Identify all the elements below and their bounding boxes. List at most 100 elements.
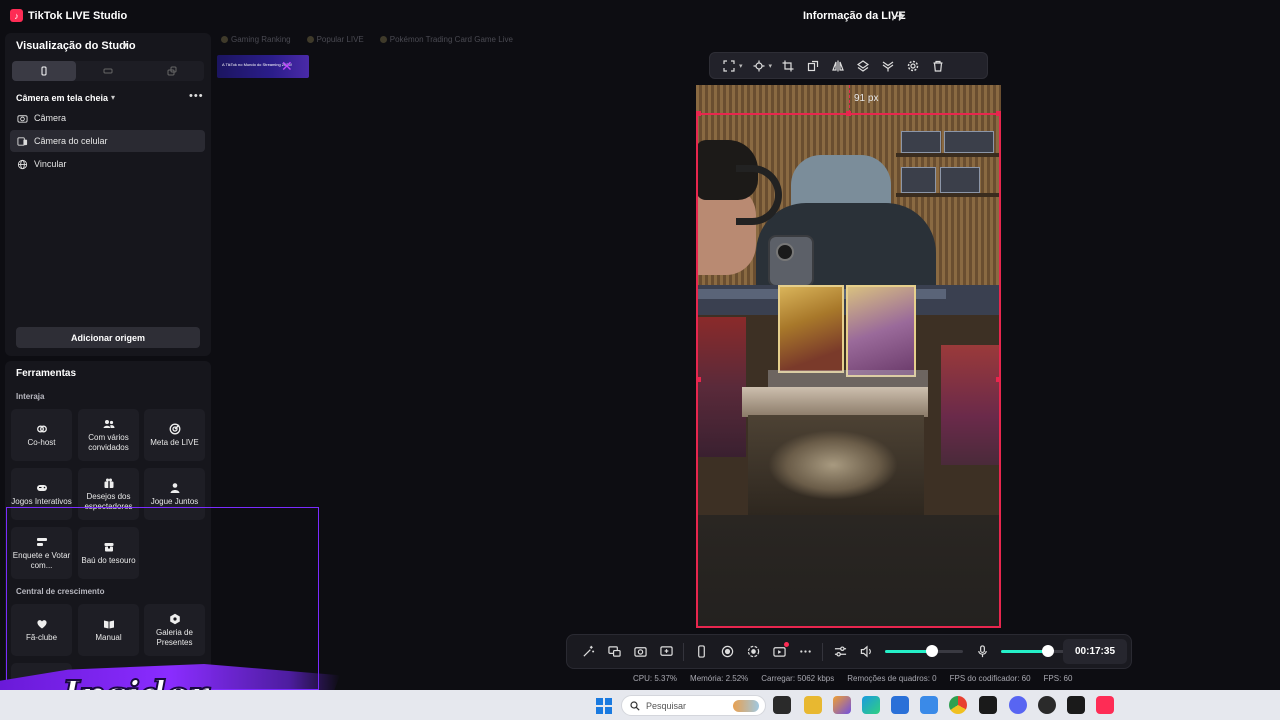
pokeball-icon xyxy=(379,36,387,43)
studio-view-title[interactable]: Visualização do Studio xyxy=(16,40,136,52)
tiktok-logo-icon: ♪ xyxy=(10,9,23,22)
overlay-frame xyxy=(6,507,319,690)
source-settings-button[interactable] xyxy=(902,55,924,77)
source-label: Câmera do celular xyxy=(34,136,108,146)
people-icon xyxy=(103,419,114,428)
scene-selector[interactable]: Câmera em tela cheia xyxy=(16,93,108,103)
outlook-icon[interactable] xyxy=(920,696,938,714)
more-icon[interactable]: ••• xyxy=(189,90,204,102)
live-control-bar: 00:17:35 xyxy=(566,634,1132,669)
camera-icon xyxy=(17,114,28,123)
source-item-phone-camera[interactable]: Câmera do celular xyxy=(10,130,205,152)
audio-mixer-button[interactable] xyxy=(827,639,853,665)
send-backward-button[interactable] xyxy=(877,55,899,77)
copilot-icon[interactable] xyxy=(833,696,851,714)
volume-knob[interactable] xyxy=(925,645,938,657)
mic-level xyxy=(1001,650,1048,653)
resize-handle[interactable] xyxy=(996,377,1001,382)
scene-thumbnail[interactable]: A TikTok no Mundo do Streaming 2025! ✕ xyxy=(217,55,309,78)
effects-button[interactable] xyxy=(575,639,601,665)
title-bar: ♪ TikTok LIVE Studio Informação da LIVE xyxy=(0,0,1280,32)
replay-button[interactable] xyxy=(740,639,766,665)
portrait-mode-button[interactable] xyxy=(12,61,76,81)
tiktok-live-studio-window: ♪ TikTok LIVE Studio Informação da LIVE … xyxy=(0,0,1280,720)
more-options-button[interactable] xyxy=(792,639,818,665)
scene-tab[interactable]: Popular LIVE xyxy=(306,35,364,44)
expand-icon xyxy=(723,59,735,72)
tool-label: Meta de LIVE xyxy=(150,437,199,447)
chevron-down-icon[interactable]: ▾ xyxy=(111,93,115,102)
flip-icon xyxy=(832,60,844,71)
tools-title: Ferramentas xyxy=(16,368,77,379)
chat-icon xyxy=(607,646,621,657)
dual-screen-icon xyxy=(167,66,177,76)
resize-handle[interactable] xyxy=(696,111,701,116)
tool-live-goal[interactable]: Meta de LIVE xyxy=(144,409,205,461)
crop-button[interactable] xyxy=(777,55,799,77)
screen-share-button[interactable] xyxy=(653,639,679,665)
record-button[interactable] xyxy=(714,639,740,665)
chevron-down-icon[interactable]: ▾ xyxy=(739,62,743,70)
app-icon[interactable] xyxy=(1067,696,1085,714)
source-item-camera[interactable]: Câmera xyxy=(10,107,205,129)
search-highlight-icon xyxy=(733,700,759,712)
chevron-down-icon[interactable]: ▾ xyxy=(769,62,773,70)
source-item-link[interactable]: Vincular xyxy=(10,153,205,175)
fit-screen-button[interactable] xyxy=(718,55,740,77)
scene-tab[interactable]: Gaming Ranking xyxy=(221,35,291,44)
bring-forward-button[interactable] xyxy=(852,55,874,77)
dual-mode-button[interactable] xyxy=(140,61,204,81)
speaker-icon xyxy=(860,645,871,658)
resize-handle[interactable] xyxy=(696,377,701,382)
heart-icon xyxy=(306,36,314,43)
flip-button[interactable] xyxy=(827,55,849,77)
tool-label: Co-host xyxy=(27,437,56,447)
scene-tab[interactable]: Pokémon Trading Card Game Live xyxy=(379,35,513,44)
add-source-button[interactable]: Adicionar origem xyxy=(16,327,200,348)
tiktok-live-studio-taskbar-icon[interactable] xyxy=(1096,696,1114,714)
speaker-button[interactable] xyxy=(853,639,879,665)
tool-label: Com vários convidados xyxy=(88,432,129,452)
taskbar-search[interactable]: Pesquisar xyxy=(621,695,766,716)
video-button[interactable] xyxy=(766,639,792,665)
source-label: Vincular xyxy=(34,159,67,169)
capcut-icon[interactable] xyxy=(979,696,997,714)
chevron-down-icon[interactable]: ▾ xyxy=(123,40,128,51)
task-view-icon[interactable] xyxy=(773,696,791,714)
target-icon xyxy=(747,645,759,658)
target-icon xyxy=(169,423,180,434)
screenshot-button[interactable] xyxy=(627,639,653,665)
scene-tab-label: Gaming Ranking xyxy=(231,35,291,44)
tool-multi-guest[interactable]: Com vários convidados xyxy=(78,409,139,461)
mic-knob[interactable] xyxy=(1041,645,1054,657)
align-button[interactable] xyxy=(748,55,770,77)
resize-handle[interactable] xyxy=(996,111,1001,116)
file-explorer-icon[interactable] xyxy=(804,696,822,714)
x-logo-icon: ✕ xyxy=(281,58,293,74)
selection-frame[interactable] xyxy=(696,113,1001,628)
orientation-selector xyxy=(12,61,204,81)
chrome-icon[interactable] xyxy=(949,696,967,714)
tool-co-host[interactable]: Co-host xyxy=(11,409,72,461)
obs-icon[interactable] xyxy=(1038,696,1056,714)
resize-handle[interactable] xyxy=(846,111,851,116)
landscape-mode-button[interactable] xyxy=(76,61,140,81)
microphone-button[interactable] xyxy=(969,639,995,665)
share-icon[interactable] xyxy=(891,9,905,23)
delete-source-button[interactable] xyxy=(927,55,949,77)
memory-stat: Memória: 2.52% xyxy=(690,674,749,683)
comments-button[interactable] xyxy=(601,639,627,665)
volume-slider[interactable] xyxy=(885,645,963,657)
discord-icon[interactable] xyxy=(1009,696,1027,714)
mobile-button[interactable] xyxy=(688,639,714,665)
windows-start-icon[interactable] xyxy=(596,698,612,714)
store-icon[interactable] xyxy=(891,696,909,714)
gamepad-icon xyxy=(36,484,47,491)
trash-icon xyxy=(933,60,943,72)
rotate-icon xyxy=(807,60,819,71)
rotate-button[interactable] xyxy=(802,55,824,77)
layer-up-icon xyxy=(857,59,870,72)
edge-icon[interactable] xyxy=(862,696,880,714)
stream-stats: CPU: 5.37% Memória: 2.52% Carregar: 5062… xyxy=(633,674,1072,683)
live-preview-canvas[interactable]: 91 px xyxy=(696,85,1001,628)
